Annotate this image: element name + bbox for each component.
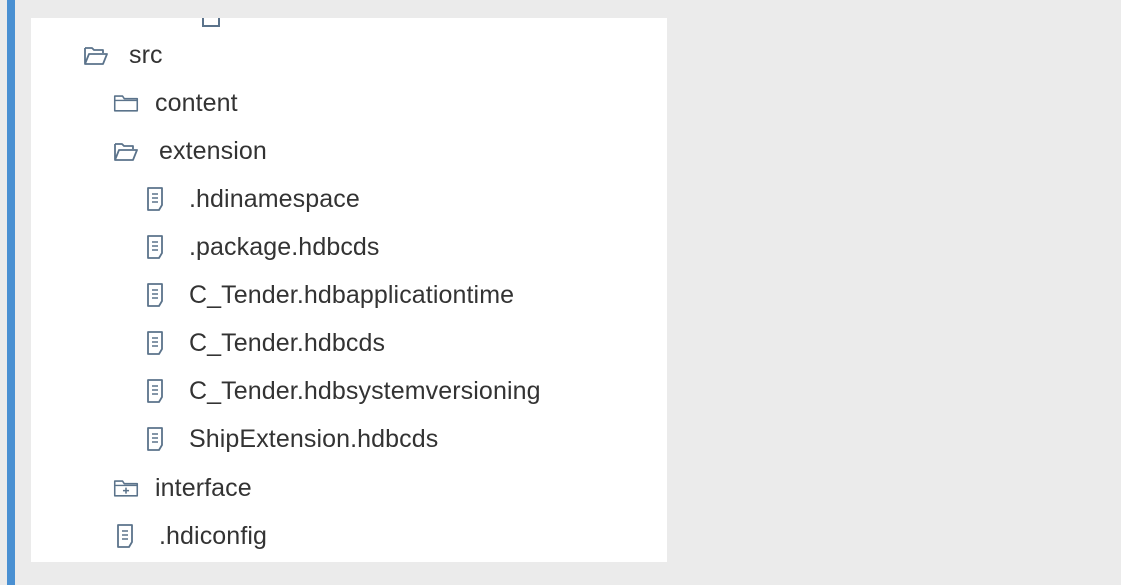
tree-item-c-tender-hdbcds[interactable]: C_Tender.hdbcds	[143, 323, 385, 363]
document-icon	[143, 235, 169, 259]
tree-item-interface[interactable]: interface	[113, 468, 252, 508]
document-icon	[143, 187, 169, 211]
file-tree-panel: src content extension .hdinamespace .pac…	[31, 18, 667, 562]
tree-item-package-hdbcds[interactable]: .package.hdbcds	[143, 227, 380, 267]
document-icon	[143, 331, 169, 355]
tree-item-label: interface	[155, 473, 252, 502]
tree-item-extension[interactable]: extension	[113, 131, 267, 171]
document-icon	[143, 283, 169, 307]
tree-item-hdinamespace[interactable]: .hdinamespace	[143, 179, 360, 219]
tree-item-shipextension-hdbcds[interactable]: ShipExtension.hdbcds	[143, 419, 438, 459]
folder-open-icon	[83, 43, 109, 67]
document-icon	[143, 427, 169, 451]
tree-item-label: ShipExtension.hdbcds	[189, 424, 439, 453]
tree-item-label: C_Tender.hdbcds	[189, 328, 386, 357]
document-icon	[113, 524, 139, 548]
accent-bar	[7, 0, 15, 585]
tree-item-src[interactable]: src	[83, 35, 163, 75]
folder-add-icon	[113, 476, 139, 500]
tree-item-label: src	[129, 40, 163, 69]
document-icon	[143, 379, 169, 403]
tree-item-c-tender-hdbapplicationtime[interactable]: C_Tender.hdbapplicationtime	[143, 275, 514, 315]
folder-icon	[113, 91, 139, 115]
tree-item-label: .hdinamespace	[189, 184, 360, 213]
tree-item-label: .hdiconfig	[159, 521, 268, 550]
document-icon	[199, 18, 225, 28]
tree-item-hdiconfig[interactable]: .hdiconfig	[113, 516, 267, 556]
tree-item-label: content	[155, 88, 238, 117]
tree-item-content[interactable]: content	[113, 83, 238, 123]
folder-open-icon	[113, 139, 139, 163]
tree-item-label: .package.hdbcds	[189, 232, 380, 261]
tree-item-label: C_Tender.hdbsystemversioning	[189, 376, 541, 405]
tree-item-label: C_Tender.hdbapplicationtime	[189, 280, 515, 309]
tree-item-label: extension	[159, 136, 267, 165]
tree-item-c-tender-hdbsystemversioning[interactable]: C_Tender.hdbsystemversioning	[143, 371, 541, 411]
